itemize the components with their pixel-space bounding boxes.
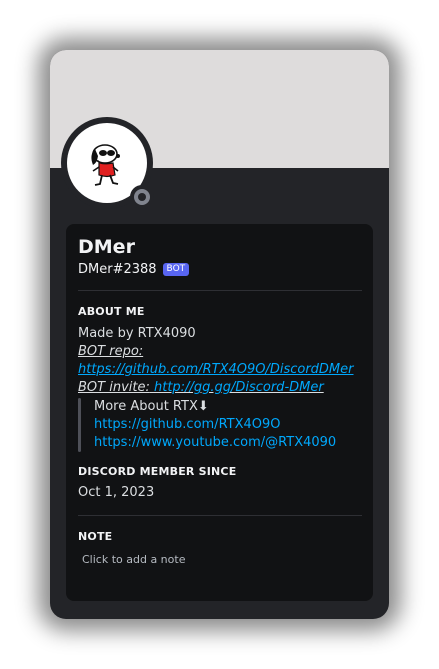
username-row: DMer#2388 BOT [78,262,190,277]
bot-invite-label: BOT invite: [78,380,150,395]
about-me-heading: ABOUT ME [78,305,145,318]
about-me-content: Made by RTX4090 BOT repo: https://github… [78,325,368,452]
offline-status-icon [134,189,150,205]
divider [78,515,362,516]
bot-repo-link[interactable]: https://github.com/RTX4O9O/DiscordDMer [78,361,368,379]
about-made-by: Made by RTX4090 [78,326,196,341]
member-since-heading: DISCORD MEMBER SINCE [78,465,237,478]
display-name: DMer [78,236,135,258]
username: DMer#2388 [78,262,157,277]
divider [78,290,362,291]
avatar-wrapper[interactable] [61,117,154,209]
note-heading: NOTE [78,530,113,543]
profile-body: DMer DMer#2388 BOT ABOUT ME Made by RTX4… [66,224,373,601]
status-indicator [130,185,154,209]
blockquote-content: More About RTX⬇ https://github.com/RTX4O… [94,398,336,452]
github-link[interactable]: https://github.com/RTX4O9O [94,416,336,434]
blockquote: More About RTX⬇ https://github.com/RTX4O… [78,398,368,452]
youtube-link[interactable]: https://www.youtube.com/@RTX4090 [94,434,336,452]
note-input[interactable]: Click to add a note [82,553,185,566]
member-since-date: Oct 1, 2023 [78,485,155,500]
blockquote-bar [78,398,81,452]
bot-invite-link[interactable]: http://gg.gg/Discord-DMer [154,380,324,395]
bot-repo-label: BOT repo: [78,344,144,359]
bot-badge: BOT [162,263,190,276]
profile-card: DMer DMer#2388 BOT ABOUT ME Made by RTX4… [50,50,389,619]
bot-invite-line: BOT invite: http://gg.gg/Discord-DMer [78,379,368,397]
quote-title: More About RTX⬇ [94,399,209,414]
